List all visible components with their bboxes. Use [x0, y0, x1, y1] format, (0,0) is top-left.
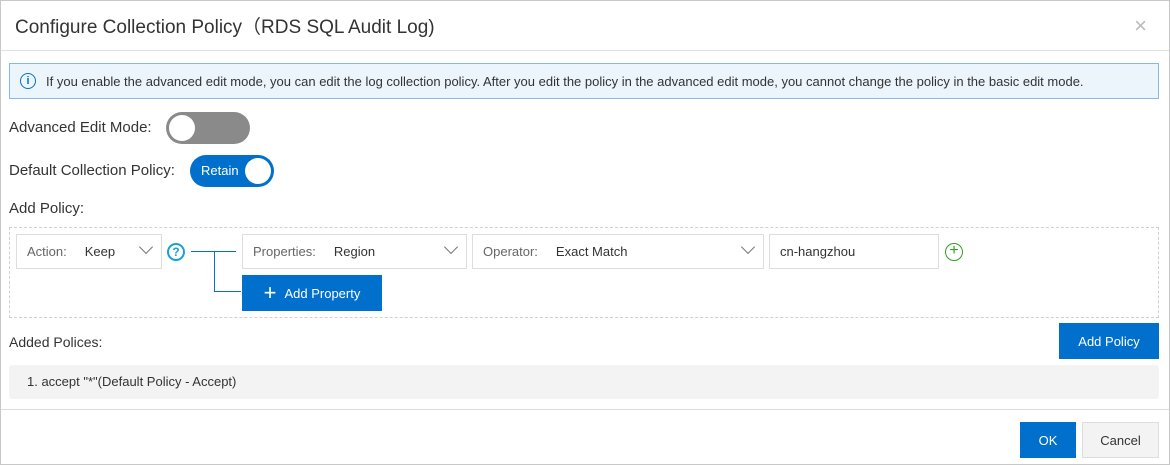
- value-text: cn-hangzhou: [780, 244, 856, 259]
- operator-value: Exact Match: [555, 244, 628, 259]
- advanced-mode-toggle[interactable]: [166, 112, 250, 144]
- dialog-title: Configure Collection Policy（RDS SQL Audi…: [15, 17, 435, 38]
- add-property-button[interactable]: + Add Property: [242, 275, 382, 311]
- close-icon[interactable]: ×: [1134, 13, 1147, 39]
- default-policy-label: Default Collection Policy:: [9, 162, 175, 179]
- notice-text: If you enable the advanced edit mode, yo…: [46, 73, 1084, 89]
- operator-key: Operator:: [483, 244, 538, 259]
- info-icon: i: [20, 73, 36, 89]
- properties-value: Region: [333, 244, 376, 259]
- value-input[interactable]: cn-hangzhou: [769, 234, 939, 269]
- plus-icon: +: [263, 280, 277, 305]
- add-condition-icon[interactable]: +: [945, 243, 963, 261]
- dialog: Configure Collection Policy（RDS SQL Audi…: [0, 0, 1170, 465]
- properties-key: Properties:: [253, 244, 316, 259]
- action-value: Keep: [84, 244, 116, 259]
- dialog-header: Configure Collection Policy（RDS SQL Audi…: [1, 1, 1169, 51]
- add-property-label: Add Property: [284, 285, 361, 301]
- advanced-mode-label: Advanced Edit Mode:: [9, 119, 152, 136]
- help-icon[interactable]: ?: [167, 243, 185, 261]
- cancel-button[interactable]: Cancel: [1082, 422, 1159, 458]
- operator-select[interactable]: Operator: Exact Match: [472, 234, 764, 269]
- toggle-text: Retain: [201, 163, 239, 178]
- chevron-down-icon: [138, 239, 154, 255]
- ok-button[interactable]: OK: [1020, 422, 1076, 458]
- chevron-down-icon: [443, 239, 459, 255]
- added-policies-label: Added Polices:: [9, 334, 103, 350]
- action-select[interactable]: Action: Keep: [16, 234, 162, 269]
- policy-list-item: 1. accept "*"(Default Policy - Accept): [9, 365, 1159, 399]
- action-key: Action:: [27, 244, 67, 259]
- add-policy-label: Add Policy:: [9, 200, 85, 217]
- default-policy-toggle[interactable]: Retain: [190, 155, 274, 187]
- add-policy-button[interactable]: Add Policy: [1059, 323, 1159, 359]
- chevron-down-icon: [740, 239, 756, 255]
- info-notice: i If you enable the advanced edit mode, …: [9, 63, 1159, 99]
- properties-select[interactable]: Properties: Region: [242, 234, 467, 269]
